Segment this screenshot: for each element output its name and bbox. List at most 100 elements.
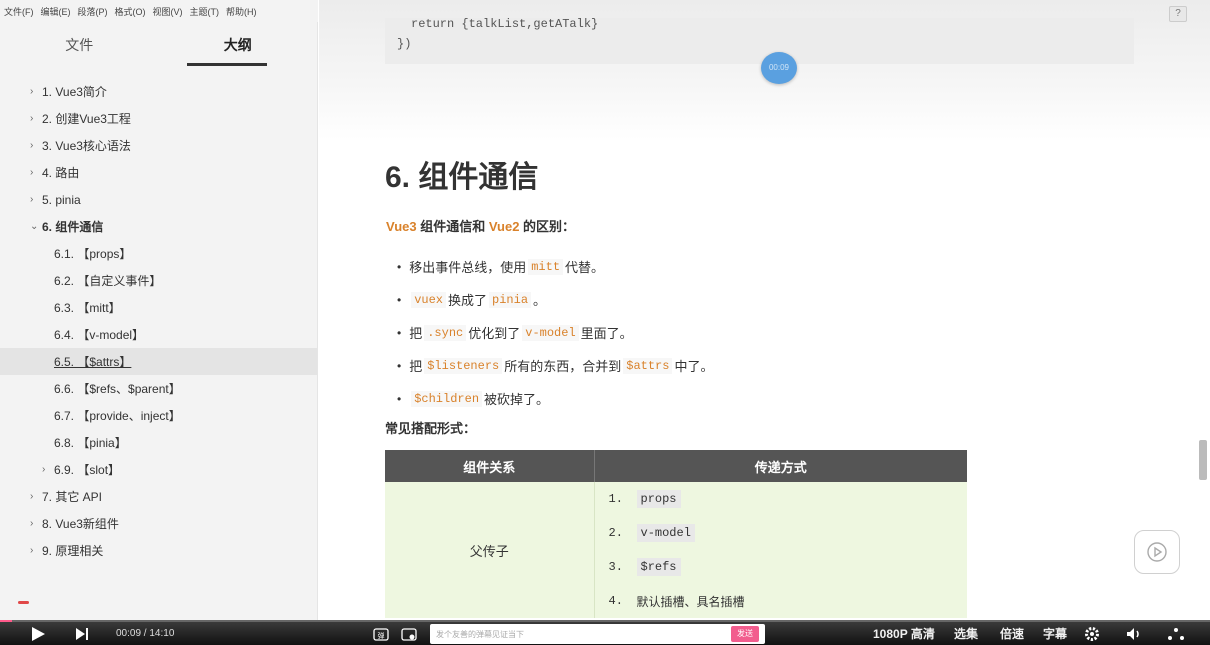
outline-item-6-5[interactable]: 6.5. 【$attrs】 [0, 348, 317, 375]
send-button[interactable]: 发送 [731, 626, 759, 642]
danmu-toggle[interactable]: 弹 [373, 622, 389, 645]
next-icon [76, 627, 88, 640]
document-area[interactable]: return {talkList,getATalk} }) 00:09 ? 6.… [319, 0, 1210, 622]
outline-list: › 1. Vue3简介 › 2. 创建Vue3工程 › 3. Vue3核心语法 › 4.… [0, 78, 317, 564]
text: 被砍掉了。 [484, 392, 550, 407]
chevron-right-icon: › [30, 86, 34, 97]
menu-help[interactable]: 帮助(H) [226, 5, 257, 18]
menu-view[interactable]: 视图(V) [153, 5, 183, 18]
code-block[interactable]: return {talkList,getATalk} }) [385, 17, 1134, 64]
method-item: 4. 默认插槽、具名插槽 [609, 584, 968, 618]
outline-item-label: 3. Vue3核心语法 [42, 139, 131, 153]
item-number: 4. [608, 594, 623, 608]
outline-item-9[interactable]: › 9. 原理相关 [0, 537, 317, 564]
outline-item-6-4[interactable]: 6.4. 【v-model】 [0, 321, 317, 348]
menu-edit[interactable]: 编辑(E) [41, 5, 71, 18]
mini-play-button[interactable] [1134, 530, 1180, 574]
difference-list: 移出事件总线，使用 mitt 代替。 vuex 换成了 pinia 。 把 .s… [397, 250, 713, 415]
tab-files[interactable]: 文件 [0, 22, 159, 70]
outline-item-1[interactable]: › 1. Vue3简介 [0, 78, 317, 105]
outline-item-6-9[interactable]: › 6.9. 【slot】 [0, 456, 317, 483]
section-subtitle: Vue3 组件通信和 Vue2 的区别： [386, 216, 575, 235]
outline-item-label: 4. 路由 [42, 166, 80, 180]
chevron-right-icon: › [30, 194, 34, 205]
text: 优化到了 [468, 326, 521, 341]
method-item: 3. $refs [609, 550, 968, 584]
text: 代替。 [565, 260, 605, 275]
chevron-right-icon: › [30, 167, 34, 178]
inline-code: v-model [522, 324, 579, 341]
play-button[interactable] [30, 622, 46, 645]
subtitle-toggle[interactable]: 字幕 [1043, 622, 1067, 645]
text: 换成了 [448, 293, 488, 308]
sidebar-tabs: 文件 大纲 [0, 22, 317, 70]
item-number: 2. [608, 526, 623, 540]
outline-item-label: 6. 组件通信 [42, 220, 104, 234]
menu-format[interactable]: 格式(O) [115, 5, 146, 18]
svg-text:弹: 弹 [378, 631, 385, 640]
settings-button[interactable] [1084, 622, 1100, 645]
outline-item-6-1[interactable]: 6.1. 【props】 [0, 240, 317, 267]
outline-item-4[interactable]: › 4. 路由 [0, 159, 317, 186]
subtitle-vue3: Vue3 [386, 219, 417, 234]
text: 把 [409, 359, 423, 374]
section-heading: 6. 组件通信 [385, 161, 539, 194]
menu-file[interactable]: 文件(F) [4, 5, 34, 18]
inline-code: mitt [528, 258, 564, 275]
danmu-settings[interactable] [401, 622, 417, 645]
inline-code: $children [411, 390, 483, 407]
quality-selector[interactable]: 1080P 高清 [873, 622, 935, 645]
outline-item-6-3[interactable]: 6.3. 【mitt】 [0, 294, 317, 321]
text: 所有的东西，合并到 [504, 359, 622, 374]
volume-button[interactable] [1126, 622, 1144, 645]
subtitle-text: 的区别： [519, 219, 576, 234]
menu-bar: 文件(F) 编辑(E) 段落(P) 格式(O) 视图(V) 主题(T) 帮助(H… [0, 0, 318, 22]
outline-item-6-6[interactable]: 6.6. 【$refs、$parent】 [0, 375, 317, 402]
outline-item-5[interactable]: › 5. pinia [0, 186, 317, 213]
outline-item-7[interactable]: › 7. 其它 API [0, 483, 317, 510]
episode-label: 选集 [954, 627, 979, 641]
table-header: 传递方式 [594, 450, 967, 482]
sidebar: 文件 大纲 › 1. Vue3简介 › 2. 创建Vue3工程 › 3. Vue3核心… [0, 22, 318, 622]
outline-item-3[interactable]: › 3. Vue3核心语法 [0, 132, 317, 159]
chevron-right-icon: › [30, 518, 34, 529]
subtitle-vue2: Vue2 [488, 219, 520, 234]
outline-item-label: 8. Vue3新组件 [42, 517, 119, 531]
table-cell-methods: 1. props 2. v-model 3. $refs 4. 默认插槽、具名插槽 [594, 482, 967, 618]
speed-selector[interactable]: 倍速 [1000, 622, 1024, 645]
inline-code: $refs [636, 558, 681, 576]
inline-code: $listeners [424, 357, 503, 374]
outline-item-6-7[interactable]: 6.7. 【provide、inject】 [0, 402, 317, 429]
outline-item-6-2[interactable]: 6.2. 【自定义事件】 [0, 267, 317, 294]
outline-item-label: 9. 原理相关 [42, 544, 104, 558]
next-button[interactable] [75, 622, 89, 645]
danmu-input[interactable]: 发个友善的弹幕见证当下 发送 [430, 624, 765, 644]
outline-item-6-8[interactable]: 6.8. 【pinia】 [0, 429, 317, 456]
outline-item-label: 6.1. 【props】 [54, 247, 132, 261]
outline-item-label: 6.9. 【slot】 [54, 463, 121, 477]
red-marker [18, 601, 29, 604]
table-cell-relation: 父传子 [385, 482, 595, 618]
subtitle-label: 字幕 [1043, 627, 1068, 641]
scrollbar-thumb[interactable] [1199, 440, 1207, 480]
outline-item-6[interactable]: ⌄ 6. 组件通信 [0, 213, 317, 240]
episode-selector[interactable]: 选集 [954, 622, 978, 645]
menu-paragraph[interactable]: 段落(P) [78, 5, 108, 18]
list-item: vuex 换成了 pinia 。 [397, 283, 713, 316]
inline-code: vuex [411, 291, 447, 308]
outline-item-2[interactable]: › 2. 创建Vue3工程 [0, 105, 317, 132]
outline-item-label: 6.4. 【v-model】 [54, 328, 145, 342]
outline-item-8[interactable]: › 8. Vue3新组件 [0, 510, 317, 537]
menu-theme[interactable]: 主题(T) [190, 5, 220, 18]
tab-active-indicator [187, 63, 267, 66]
list-item: 把 .sync 优化到了 v-model 里面了。 [397, 316, 713, 349]
quality-label: 1080P 高清 [873, 627, 935, 641]
help-button[interactable]: ? [1169, 6, 1187, 22]
text: 移出事件总线，使用 [409, 260, 527, 275]
inline-code: pinia [489, 291, 532, 308]
timer-bubble: 00:09 [761, 52, 797, 84]
text: 里面了。 [580, 326, 633, 341]
outline-item-label: 5. pinia [42, 192, 81, 207]
fullscreen-button[interactable] [1167, 622, 1185, 645]
list-item: 移出事件总线，使用 mitt 代替。 [397, 250, 713, 283]
